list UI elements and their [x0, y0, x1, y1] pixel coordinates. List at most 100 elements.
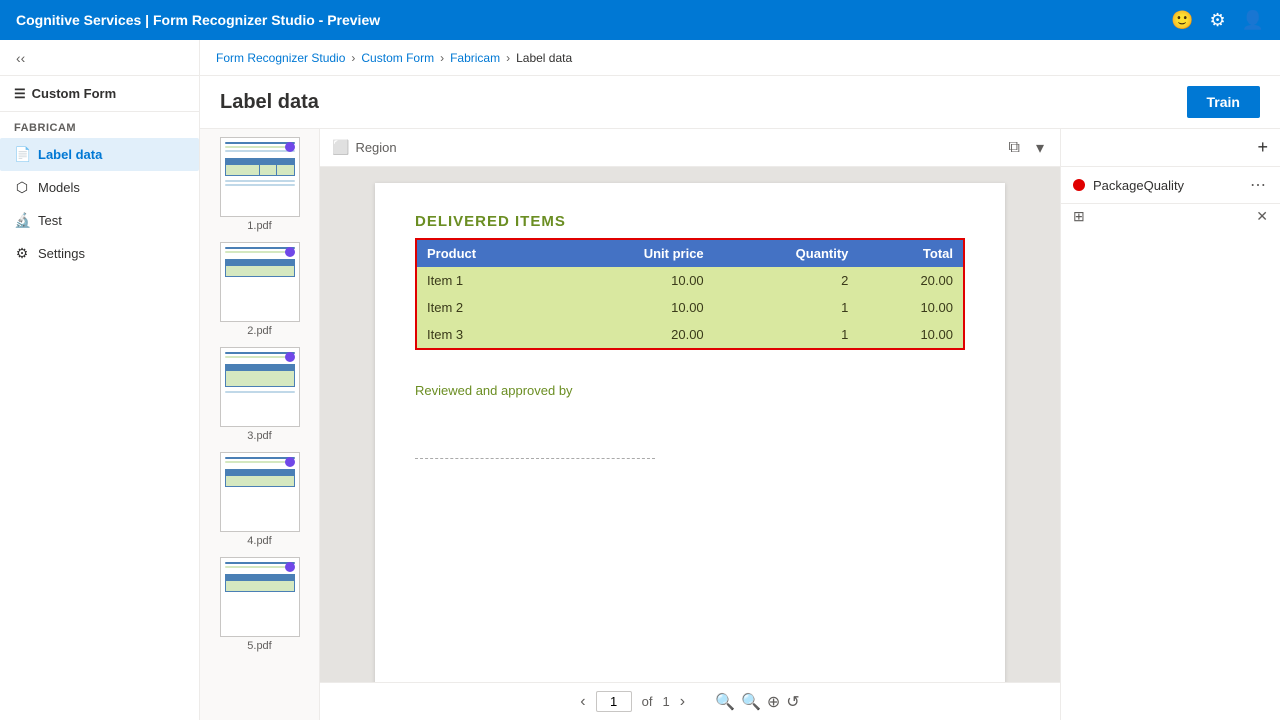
doc-page: DELIVERED ITEMS Product Unit price Quant…: [375, 183, 1005, 682]
zoom-out-button[interactable]: 🔍: [741, 692, 761, 712]
sidebar-item-label-data[interactable]: 📄 Label data: [0, 138, 199, 171]
file-thumb-5: [220, 557, 300, 637]
breadcrumb-fabricam[interactable]: Fabricam: [450, 51, 500, 65]
zoom-in-button[interactable]: 🔍: [715, 692, 735, 712]
row1-unit-price: 10.00: [555, 267, 714, 294]
file-item-5[interactable]: 5.pdf: [206, 557, 313, 652]
sidebar-item-settings[interactable]: ⚙ Settings: [0, 237, 199, 270]
file-dot-1: [285, 142, 295, 152]
file-thumb-4: [220, 452, 300, 532]
doc-pagination: ‹ of 1 › 🔍 🔍 ⊕ ↺: [320, 682, 1060, 720]
chevron-down-button[interactable]: ▾: [1032, 136, 1048, 160]
table-header-row: Product Unit price Quantity Total: [417, 240, 963, 267]
topbar: Cognitive Services | Form Recognizer Stu…: [0, 0, 1280, 40]
file-item-3[interactable]: 3.pdf: [206, 347, 313, 442]
doc-toolbar-left: ⬜ Region: [332, 139, 397, 156]
right-panel-add-area: +: [1061, 129, 1280, 167]
topbar-icons: 🙂 ⚙ 👤: [1171, 10, 1264, 31]
sidebar-test-text: Test: [38, 213, 62, 228]
file-name-2: 2.pdf: [247, 325, 271, 337]
page-content: Form Recognizer Studio › Custom Form › F…: [200, 40, 1280, 720]
right-panel: + PackageQuality ⋯ ⊞ ✕: [1060, 129, 1280, 720]
collapse-icon[interactable]: ‹‹: [16, 50, 25, 66]
field-close-button[interactable]: ✕: [1256, 208, 1268, 225]
next-page-button[interactable]: ›: [680, 693, 685, 711]
test-icon: 🔬: [14, 212, 30, 229]
row3-total: 10.00: [858, 321, 963, 348]
delivered-title: DELIVERED ITEMS: [415, 213, 965, 230]
page-number-input[interactable]: [596, 691, 632, 712]
table-row: Item 2 10.00 1 10.00: [417, 294, 963, 321]
sidebar: ‹‹ ☰ Custom Form Fabricam 📄 Label data ⬡…: [0, 40, 200, 720]
file-item-4[interactable]: 4.pdf: [206, 452, 313, 547]
file-thumb-3: [220, 347, 300, 427]
file-name-1: 1.pdf: [247, 220, 271, 232]
sidebar-models-text: Models: [38, 180, 80, 195]
fit-page-button[interactable]: ⊕: [767, 692, 780, 712]
sidebar-app-label: Custom Form: [32, 86, 117, 101]
breadcrumb-label-data: Label data: [516, 51, 572, 65]
inner-layout: 1.pdf: [200, 129, 1280, 720]
row1-product: Item 1: [417, 267, 555, 294]
field-table-icon: ⊞: [1073, 208, 1085, 225]
layers-button[interactable]: ⧉: [1005, 137, 1024, 159]
breadcrumb-bar: Form Recognizer Studio › Custom Form › F…: [200, 40, 1280, 76]
row3-unit-price: 20.00: [555, 321, 714, 348]
sidebar-item-models[interactable]: ⬡ Models: [0, 171, 199, 204]
doc-toolbar-right: ⧉ ▾: [1005, 136, 1048, 160]
field-item-package-quality: PackageQuality ⋯: [1061, 167, 1280, 204]
region-label: Region: [355, 140, 396, 155]
page-title: Label data: [220, 91, 319, 114]
row2-total: 10.00: [858, 294, 963, 321]
file-dot-4: [285, 457, 295, 467]
user-icon[interactable]: 👤: [1242, 10, 1264, 31]
project-label: Fabricam: [0, 112, 199, 138]
row2-product: Item 2: [417, 294, 555, 321]
app-title: Cognitive Services | Form Recognizer Stu…: [16, 12, 380, 28]
breadcrumb-custom-form[interactable]: Custom Form: [361, 51, 434, 65]
file-name-4: 4.pdf: [247, 535, 271, 547]
row2-quantity: 1: [714, 294, 859, 321]
row2-unit-price: 10.00: [555, 294, 714, 321]
doc-viewer: ⬜ Region ⧉ ▾ DELIVERED ITEMS: [320, 129, 1060, 720]
file-item-1[interactable]: 1.pdf: [206, 137, 313, 232]
file-name-5: 5.pdf: [247, 640, 271, 652]
rotate-button[interactable]: ↺: [786, 692, 799, 712]
models-icon: ⬡: [14, 179, 30, 196]
file-dot-2: [285, 247, 295, 257]
settings-nav-icon: ⚙: [14, 245, 30, 262]
file-item-2[interactable]: 2.pdf: [206, 242, 313, 337]
sidebar-label-data-text: Label data: [38, 147, 102, 162]
sidebar-menu-icon: ☰: [14, 86, 26, 102]
sidebar-item-test[interactable]: 🔬 Test: [0, 204, 199, 237]
add-field-button[interactable]: +: [1257, 137, 1268, 158]
settings-icon[interactable]: ⚙: [1209, 10, 1225, 31]
prev-page-button[interactable]: ‹: [580, 693, 585, 711]
items-table: Product Unit price Quantity Total Item 1: [417, 240, 963, 348]
field-table-row: ⊞ ✕: [1061, 204, 1280, 229]
breadcrumb-sep-3: ›: [506, 51, 510, 65]
smiley-icon[interactable]: 🙂: [1171, 10, 1193, 31]
page-of-label: of: [642, 694, 653, 709]
file-dot-3: [285, 352, 295, 362]
file-name-3: 3.pdf: [247, 430, 271, 442]
reviewed-text: Reviewed and approved by: [415, 383, 965, 398]
signature-line: [415, 458, 655, 459]
doc-toolbar: ⬜ Region ⧉ ▾: [320, 129, 1060, 167]
breadcrumb-sep-2: ›: [440, 51, 444, 65]
breadcrumb: ‹‹: [0, 40, 199, 76]
col-total: Total: [858, 240, 963, 267]
field-status-dot: [1073, 179, 1085, 191]
train-button[interactable]: Train: [1187, 86, 1260, 118]
total-pages: 1: [662, 694, 669, 709]
table-selection: Product Unit price Quantity Total Item 1: [415, 238, 965, 350]
col-quantity: Quantity: [714, 240, 859, 267]
zoom-controls: 🔍 🔍 ⊕ ↺: [715, 692, 800, 712]
breadcrumb-form-recognizer[interactable]: Form Recognizer Studio: [216, 51, 345, 65]
sidebar-settings-text: Settings: [38, 246, 85, 261]
doc-scroll-area: DELIVERED ITEMS Product Unit price Quant…: [320, 167, 1060, 682]
field-name-label: PackageQuality: [1093, 178, 1240, 193]
file-thumb-1: [220, 137, 300, 217]
file-dot-5: [285, 562, 295, 572]
field-more-button[interactable]: ⋯: [1248, 175, 1268, 195]
